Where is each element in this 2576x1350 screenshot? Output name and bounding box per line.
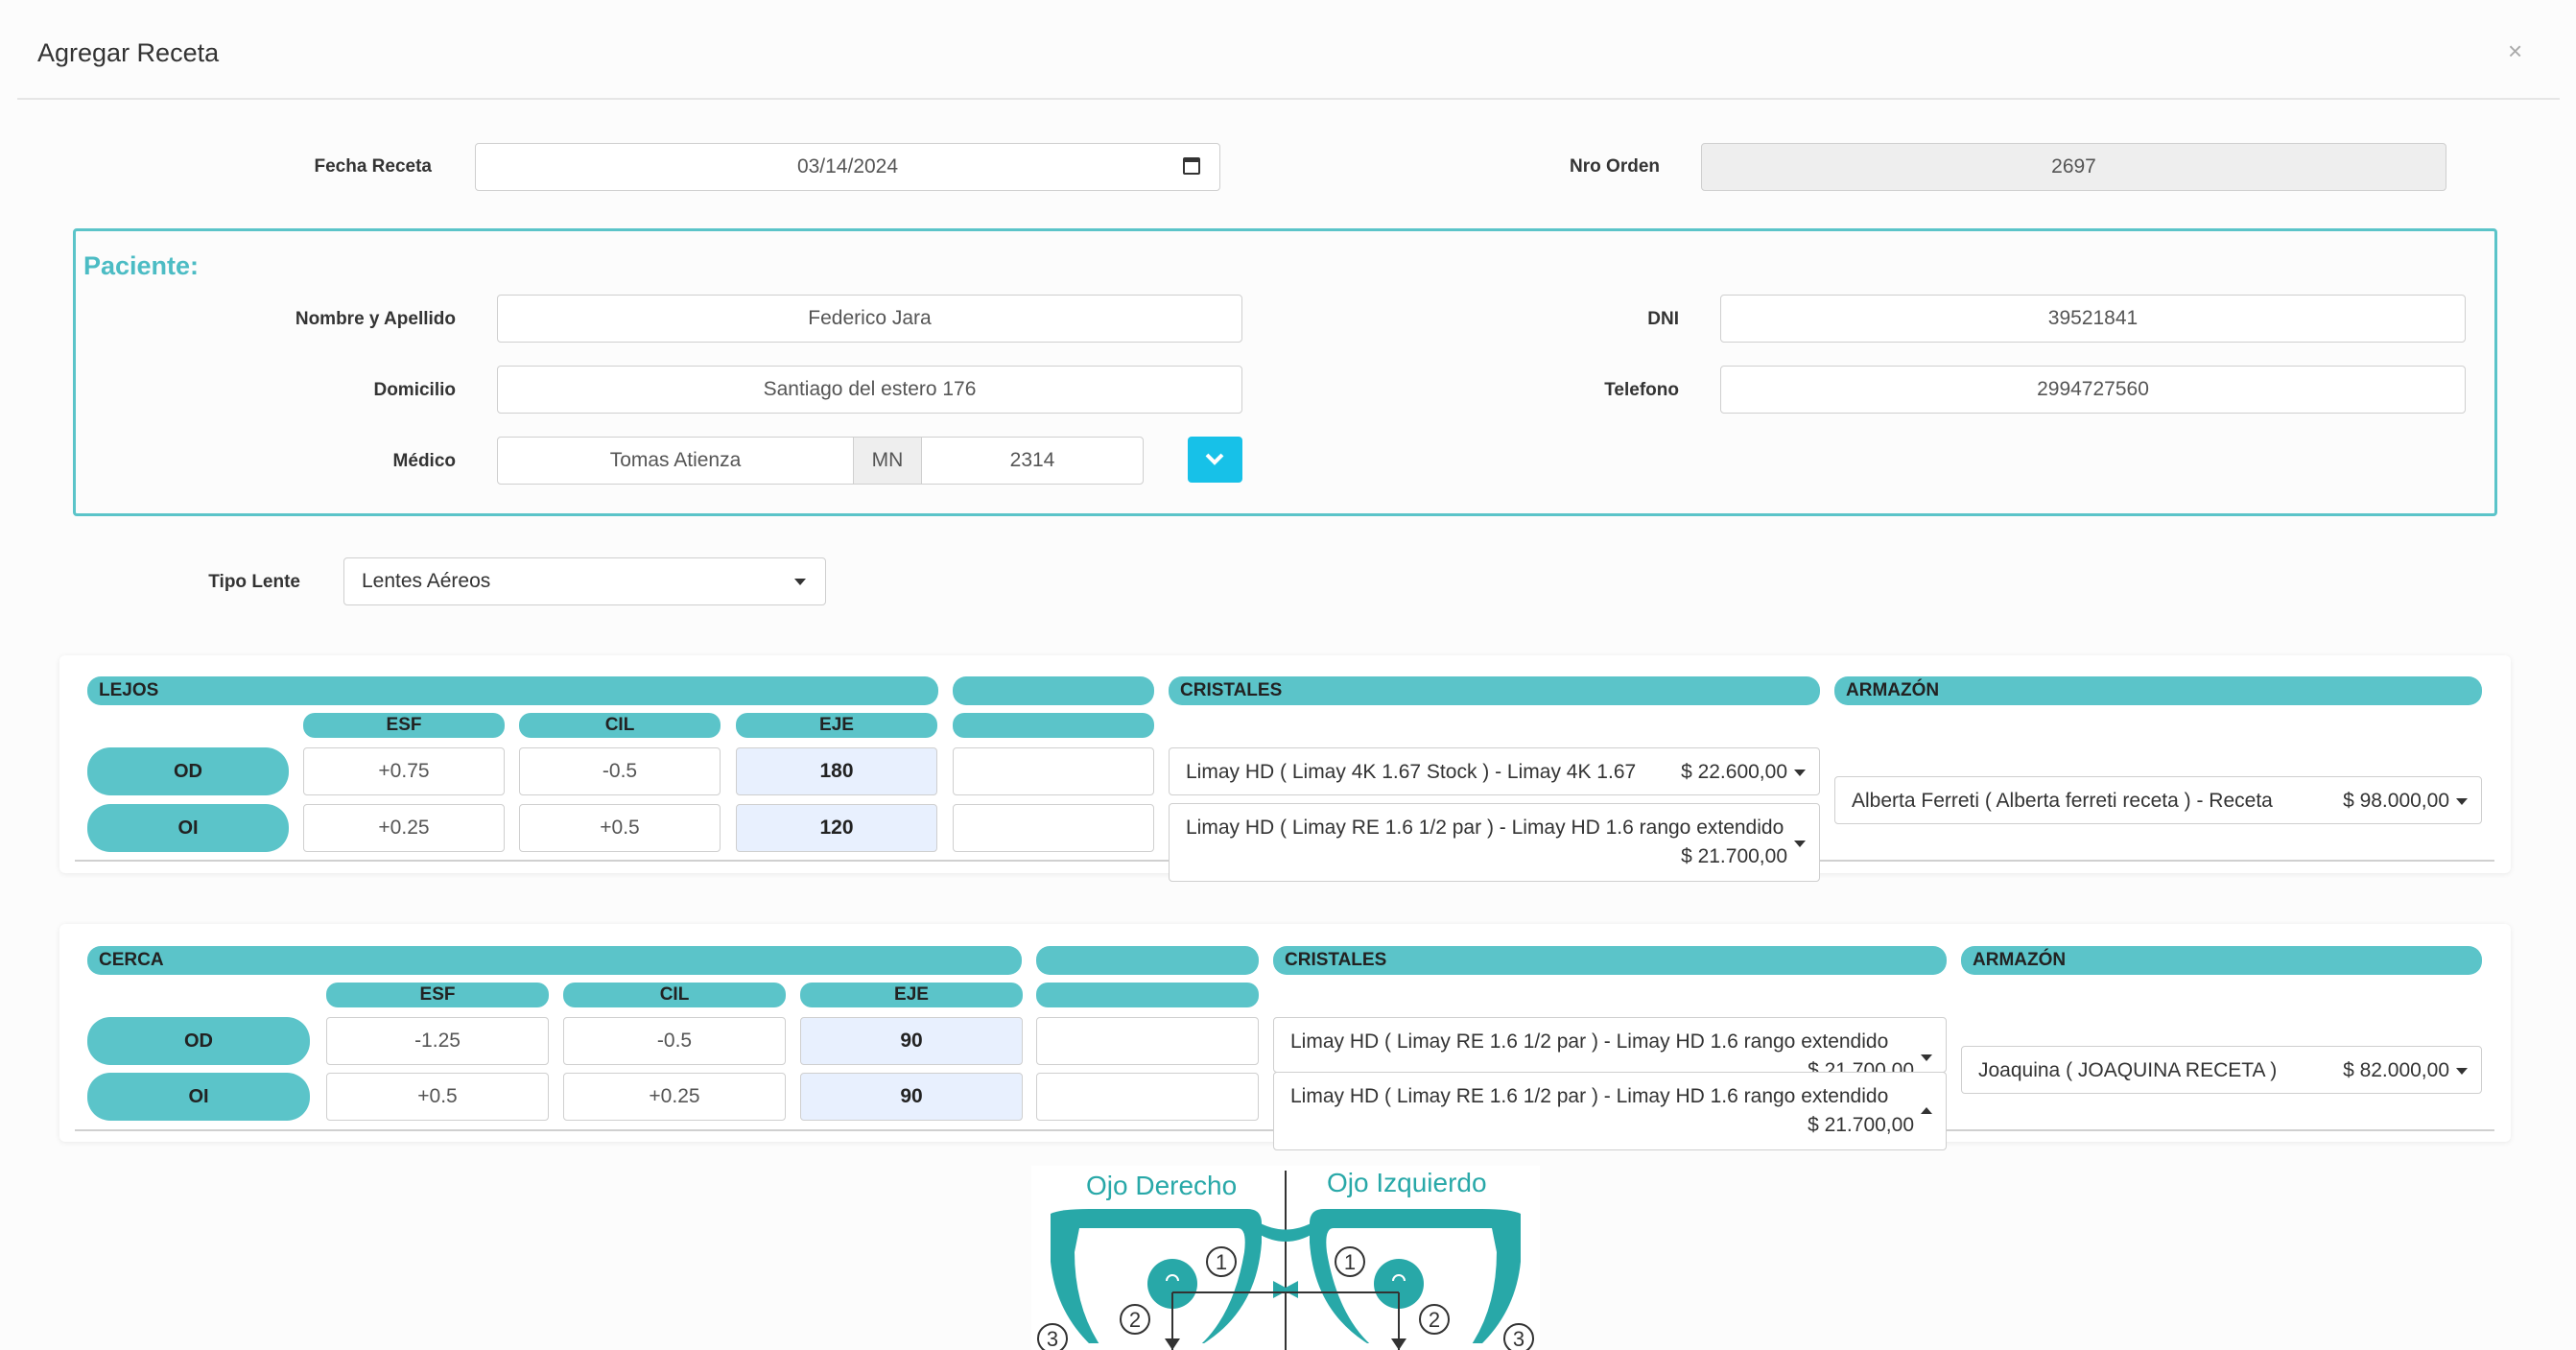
- cristal-text: Limay HD ( Limay RE 1.6 1/2 par ) - Lima…: [1290, 1085, 1889, 1107]
- medico-dropdown-button[interactable]: [1188, 437, 1242, 483]
- tipo-lente-label: Tipo Lente: [208, 572, 300, 592]
- cristal-price: $ 22.600,00: [1681, 761, 1787, 783]
- armazon-price: $ 98.000,00: [2343, 790, 2449, 812]
- num-2-left: 2: [1429, 1308, 1440, 1332]
- caret-down-icon: [1794, 841, 1806, 847]
- close-icon[interactable]: ×: [2508, 36, 2522, 66]
- cerca-od-extra[interactable]: [1036, 1017, 1259, 1065]
- num-3-left: 3: [1513, 1327, 1524, 1350]
- cerca-oi-esf[interactable]: +0.5: [326, 1073, 549, 1121]
- cerca-cristales-bar: CRISTALES: [1273, 946, 1947, 975]
- calendar-icon[interactable]: [1183, 157, 1200, 175]
- cerca-oi-extra[interactable]: [1036, 1073, 1259, 1121]
- glasses-illustration: Ojo Derecho Ojo Izquierdo 1 1 2 2 3 3: [1037, 1168, 1534, 1350]
- lejos-col-extra: [953, 713, 1154, 738]
- lejos-header-bar: LEJOS: [87, 676, 938, 705]
- lejos-armazon-bar: ARMAZÓN: [1834, 676, 2482, 705]
- caret-down-icon: [1794, 770, 1806, 776]
- num-1-left: 1: [1344, 1250, 1356, 1274]
- cristal-price: $ 21.700,00: [1808, 1059, 1914, 1073]
- header-divider: [17, 98, 2560, 100]
- lejos-od-cristal-select[interactable]: Limay HD ( Limay 4K 1.67 Stock ) - Limay…: [1169, 747, 1820, 795]
- fecha-receta-input[interactable]: 03/14/2024: [475, 143, 1220, 191]
- telefono-label: Telefono: [1604, 380, 1679, 400]
- medico-input[interactable]: Tomas Atienza: [497, 437, 854, 485]
- lejos-oi-esf[interactable]: +0.25: [303, 804, 505, 852]
- tipo-lente-value: Lentes Aéreos: [362, 570, 491, 592]
- mn-addon: MN: [853, 437, 922, 485]
- caret-down-icon: [2456, 1068, 2468, 1075]
- modal-title: Agregar Receta: [37, 38, 220, 67]
- fecha-value: 03/14/2024: [796, 155, 899, 178]
- lejos-od-cil[interactable]: -0.5: [519, 747, 721, 795]
- dni-input[interactable]: 39521841: [1720, 295, 2466, 343]
- cerca-od-eje[interactable]: 90: [800, 1017, 1023, 1065]
- cerca-col-eje: EJE: [800, 983, 1023, 1007]
- cerca-oi-cristal-select[interactable]: Limay HD ( Limay RE 1.6 1/2 par ) - Lima…: [1273, 1072, 1947, 1150]
- cerca-od-button[interactable]: OD: [87, 1017, 310, 1065]
- ojo-derecho-label: Ojo Derecho: [1086, 1171, 1237, 1200]
- medico-label: Médico: [392, 451, 456, 471]
- tipo-lente-select[interactable]: Lentes Aéreos: [343, 557, 826, 605]
- lejos-oi-eje[interactable]: 120: [736, 804, 937, 852]
- telefono-input[interactable]: 2994727560: [1720, 366, 2466, 414]
- lejos-extra-bar: [953, 676, 1154, 705]
- fecha-label: Fecha Receta: [314, 156, 432, 177]
- lejos-oi-cristal-select[interactable]: Limay HD ( Limay RE 1.6 1/2 par ) - Lima…: [1169, 803, 1820, 882]
- caret-down-icon: [2456, 798, 2468, 805]
- cerca-col-extra: [1036, 983, 1259, 1007]
- lejos-cristales-bar: CRISTALES: [1169, 676, 1820, 705]
- cristal-text: Limay HD ( Limay 4K 1.67 Stock ) - Limay…: [1186, 761, 1637, 783]
- lejos-oi-cil[interactable]: +0.5: [519, 804, 721, 852]
- patient-title: Paciente:: [83, 251, 200, 280]
- lejos-od-extra[interactable]: [953, 747, 1154, 795]
- cerca-oi-eje[interactable]: 90: [800, 1073, 1023, 1121]
- num-3-right: 3: [1047, 1327, 1058, 1350]
- armazon-price: $ 82.000,00: [2343, 1059, 2449, 1081]
- dni-label: DNI: [1647, 309, 1679, 329]
- nombre-input[interactable]: Federico Jara: [497, 295, 1242, 343]
- cristal-price: $ 21.700,00: [1808, 1114, 1914, 1136]
- caret-down-icon: [1921, 1054, 1932, 1061]
- num-2-right: 2: [1129, 1308, 1141, 1332]
- caret-up-icon: [1921, 1107, 1932, 1114]
- domicilio-label: Domicilio: [373, 380, 456, 400]
- caret-down-icon: [794, 579, 806, 585]
- cerca-oi-cil[interactable]: +0.25: [563, 1073, 786, 1121]
- orden-label: Nro Orden: [1570, 156, 1660, 177]
- cerca-header-bar: CERCA: [87, 946, 1022, 975]
- domicilio-input[interactable]: Santiago del estero 176: [497, 366, 1242, 414]
- armazon-text: Alberta Ferreti ( Alberta ferreti receta…: [1852, 790, 2273, 812]
- cerca-armazon-bar: ARMAZÓN: [1961, 946, 2482, 975]
- cerca-od-esf[interactable]: -1.25: [326, 1017, 549, 1065]
- lejos-oi-extra[interactable]: [953, 804, 1154, 852]
- lejos-col-cil: CIL: [519, 713, 721, 738]
- nro-orden-input[interactable]: 2697: [1701, 143, 2446, 191]
- cristal-price: $ 21.700,00: [1681, 845, 1787, 867]
- ojo-izquierdo-label: Ojo Izquierdo: [1327, 1168, 1487, 1197]
- lejos-col-eje: EJE: [736, 713, 937, 738]
- armazon-text: Joaquina ( JOAQUINA RECETA ): [1978, 1059, 2278, 1081]
- lejos-od-eje[interactable]: 180: [736, 747, 937, 795]
- cerca-od-cil[interactable]: -0.5: [563, 1017, 786, 1065]
- lejos-od-button[interactable]: OD: [87, 747, 289, 795]
- lejos-od-esf[interactable]: +0.75: [303, 747, 505, 795]
- chevron-down-icon: [1205, 453, 1224, 465]
- num-1-right: 1: [1216, 1250, 1227, 1274]
- cerca-extra-bar: [1036, 946, 1259, 975]
- nombre-label: Nombre y Apellido: [295, 309, 456, 329]
- cerca-od-cristal-select[interactable]: Limay HD ( Limay RE 1.6 1/2 par ) - Lima…: [1273, 1017, 1947, 1073]
- cerca-col-cil: CIL: [563, 983, 786, 1007]
- cerca-oi-button[interactable]: OI: [87, 1073, 310, 1121]
- lejos-col-esf: ESF: [303, 713, 505, 738]
- lejos-armazon-select[interactable]: Alberta Ferreti ( Alberta ferreti receta…: [1834, 776, 2482, 824]
- cristal-text: Limay HD ( Limay RE 1.6 1/2 par ) - Lima…: [1186, 817, 1784, 839]
- lejos-oi-button[interactable]: OI: [87, 804, 289, 852]
- glasses-diagram: Ojo Derecho Ojo Izquierdo 1 1 2 2 3 3: [1031, 1166, 1540, 1350]
- cerca-armazon-select[interactable]: Joaquina ( JOAQUINA RECETA ) $ 82.000,00: [1961, 1046, 2482, 1094]
- mn-input[interactable]: 2314: [921, 437, 1144, 485]
- cristal-text: Limay HD ( Limay RE 1.6 1/2 par ) - Lima…: [1290, 1030, 1889, 1053]
- cerca-col-esf: ESF: [326, 983, 549, 1007]
